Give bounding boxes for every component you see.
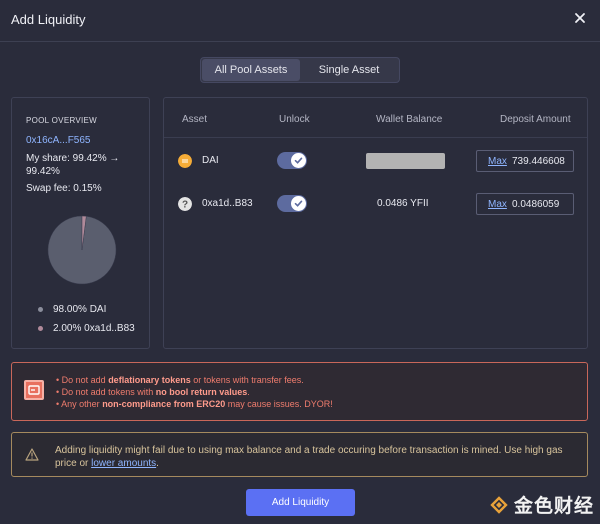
warning-text: • Do not add: [56, 375, 109, 385]
pool-composition-pie: [47, 215, 117, 285]
warning-emphasis: deflationary tokens: [108, 375, 191, 385]
pool-overview-panel: POOL OVERVIEW 0x16cA...F565 My share: 99…: [11, 97, 150, 349]
warning-triangle-icon: [25, 448, 39, 461]
legend-dot: [38, 326, 43, 331]
my-share-new-value: 99.42%: [26, 166, 60, 177]
unknown-token-icon: ?: [178, 197, 192, 211]
warning-text: or tokens with transfer fees.: [190, 375, 304, 385]
check-icon: [294, 157, 303, 164]
wallet-balance: 0.0486 YFII: [377, 198, 429, 209]
legend-label-token: 2.00% 0xa1d..B83: [53, 323, 135, 334]
my-share-text: My share: 99.42% → 99.42%: [26, 152, 146, 178]
warning-text: • Do not add tokens with: [56, 387, 156, 397]
header-deposit-amount: Deposit Amount: [500, 114, 571, 125]
unlock-toggle[interactable]: [277, 195, 307, 212]
swap-fee-text: Swap fee: 0.15%: [26, 183, 102, 194]
svg-text:?: ?: [182, 200, 188, 211]
lower-amounts-link[interactable]: lower amounts: [91, 458, 156, 469]
assets-table: Asset Unlock Wallet Balance Deposit Amou…: [163, 97, 588, 349]
liquidity-warning-text: Adding liquidity might fail due to using…: [55, 444, 575, 470]
watermark: 金色财经: [490, 491, 594, 518]
warning-line-3: • Any other non-compliance from ERC20 ma…: [56, 399, 333, 409]
dai-coin-icon: [178, 154, 192, 168]
warning-text: may cause issues. DYOR!: [225, 399, 333, 409]
toggle-knob: [291, 153, 306, 168]
legend-dot: [38, 307, 43, 312]
deposit-value: 739.446608: [512, 156, 565, 167]
legend-item-token: 2.00% 0xa1d..B83: [38, 323, 135, 334]
max-button[interactable]: Max: [488, 156, 507, 167]
pool-address-link[interactable]: 0x16cA...F565: [26, 135, 90, 146]
header-wallet-balance: Wallet Balance: [376, 114, 443, 125]
legend-item-dai: 98.00% DAI: [38, 304, 106, 315]
asset-name: 0xa1d..B83: [202, 198, 253, 209]
warning-token-icon: [24, 380, 44, 400]
close-icon[interactable]: [572, 10, 588, 26]
tab-all-pool-assets[interactable]: All Pool Assets: [202, 59, 300, 81]
legend-label-dai: 98.00% DAI: [53, 304, 107, 315]
modal-header: Add Liquidity: [0, 0, 600, 42]
modal-title: Add Liquidity: [11, 12, 86, 27]
watermark-text: 金色财经: [514, 496, 595, 517]
add-liquidity-button[interactable]: Add Liquidity: [246, 489, 355, 516]
table-row: DAI Max 739.446608: [164, 149, 587, 173]
wallet-balance-redacted: [366, 153, 445, 169]
deposit-amount-input[interactable]: Max 739.446608: [476, 150, 574, 172]
warning-emphasis: non-compliance from ERC20: [102, 399, 226, 409]
header-asset: Asset: [182, 114, 208, 125]
table-row: ? 0xa1d..B83 0.0486 YFII Max 0.0486059: [164, 192, 587, 216]
warning-line-1: • Do not add deflationary tokens or toke…: [56, 375, 304, 385]
token-warning-box: • Do not add deflationary tokens or toke…: [11, 362, 588, 421]
unlock-toggle[interactable]: [277, 152, 307, 169]
deposit-value: 0.0486059: [512, 199, 560, 210]
check-icon: [294, 200, 303, 207]
watermark-logo-icon: [490, 495, 508, 514]
header-unlock: Unlock: [279, 114, 310, 125]
my-share-line: My share: 99.42% →: [26, 153, 120, 164]
max-button[interactable]: Max: [488, 199, 507, 210]
warning-line-2: • Do not add tokens with no bool return …: [56, 387, 250, 397]
tab-single-asset[interactable]: Single Asset: [300, 59, 398, 81]
asset-mode-tabs: All Pool Assets Single Asset: [200, 57, 400, 83]
warning-text: • Any other: [56, 399, 103, 409]
pool-overview-heading: POOL OVERVIEW: [26, 116, 98, 125]
warning-suffix: .: [156, 458, 159, 469]
warning-text: .: [247, 387, 250, 397]
header-divider: [164, 137, 587, 138]
deposit-amount-input[interactable]: Max 0.0486059: [476, 193, 574, 215]
toggle-knob: [291, 196, 306, 211]
asset-name: DAI: [202, 155, 219, 166]
warning-emphasis: no bool return values: [155, 387, 248, 397]
liquidity-warning-box: Adding liquidity might fail due to using…: [11, 432, 588, 477]
